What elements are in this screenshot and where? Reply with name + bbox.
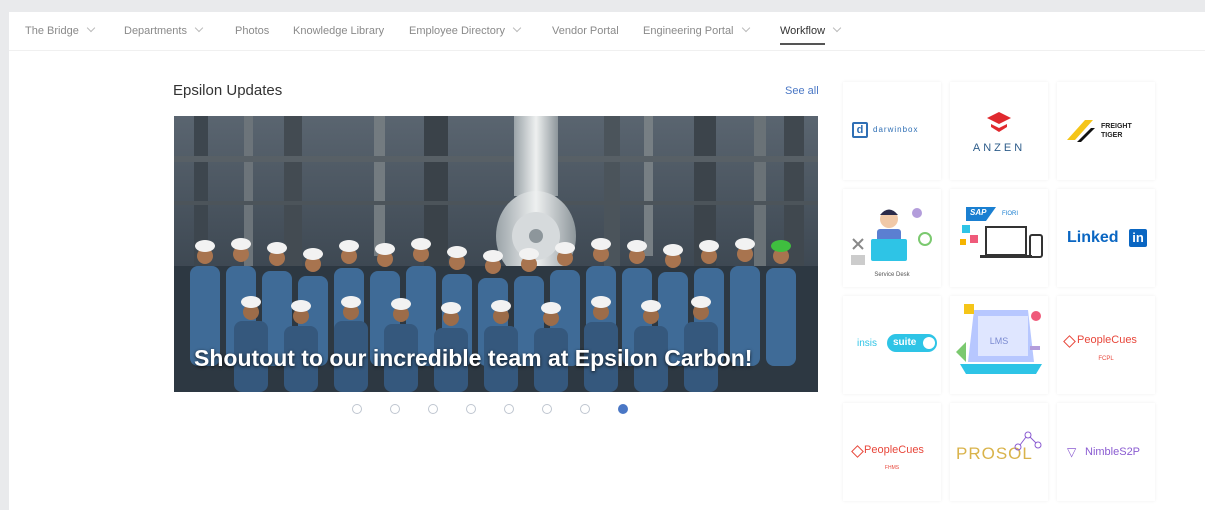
carousel-dot-1[interactable] — [352, 404, 362, 414]
top-nav: The Bridge Departments Photos Knowledge … — [9, 12, 1205, 51]
section-title: Epsilon Updates — [173, 82, 283, 99]
nav-item-departments[interactable]: Departments — [124, 23, 204, 37]
news-carousel-slide[interactable]: Shoutout to our incredible team at Epsil… — [174, 116, 818, 392]
nav-item-employee-directory[interactable]: Employee Directory — [409, 23, 522, 37]
carousel-dot-3[interactable] — [428, 404, 438, 414]
app-tile-prosol[interactable]: PROSOL — [950, 403, 1048, 501]
peoplecues-diamond-icon — [1063, 335, 1076, 348]
linkedin-label: Linked — [1067, 229, 1119, 246]
fcpl-label: FCPL — [1098, 356, 1114, 362]
service-desk-illustration — [851, 208, 932, 265]
nav-item-engineering-portal[interactable]: Engineering Portal — [643, 23, 750, 37]
app-tile-darwinbox[interactable]: d darwinbox — [843, 82, 941, 180]
nav-item-workflow[interactable]: Workflow — [780, 23, 842, 45]
slide-caption: Shoutout to our incredible team at Epsil… — [194, 345, 753, 371]
chevron-down-icon — [86, 23, 96, 33]
app-tile-linkedin[interactable]: Linked in — [1057, 189, 1155, 287]
lms-label: LMS — [989, 336, 1009, 346]
page: The Bridge Departments Photos Knowledge … — [9, 12, 1205, 510]
app-tile-lms[interactable]: LMS — [950, 296, 1048, 394]
carousel-dot-5[interactable] — [504, 404, 514, 414]
service-desk-label: Service Desk — [874, 272, 910, 278]
chevron-down-icon — [512, 23, 522, 33]
insis-label: insis — [857, 338, 878, 349]
nav-item-knowledge-library[interactable]: Knowledge Library — [293, 25, 384, 37]
nav-item-photos[interactable]: Photos — [235, 25, 269, 37]
molecule-icon — [1014, 431, 1042, 451]
anzen-label: ANZEN — [972, 142, 1026, 154]
suite-label: suite — [893, 337, 917, 348]
nav-item-vendor-portal[interactable]: Vendor Portal — [552, 25, 619, 37]
nimble-filter-icon: ▽ — [1067, 445, 1077, 459]
app-tile-peoplecues-2[interactable]: PeopleCues FHMS — [843, 403, 941, 501]
anzen-shield-icon — [987, 112, 1011, 132]
app-tile-nimbles2p[interactable]: ▽ NimbleS2P — [1057, 403, 1155, 501]
sap-label: SAP — [970, 208, 987, 217]
peoplecues-label: PeopleCues — [1077, 334, 1137, 346]
darwinbox-logo-icon: d — [852, 122, 868, 138]
freight-tiger-label: FREIGHT TIGER — [1101, 123, 1132, 139]
app-tile-insis-suite[interactable]: insis suite — [843, 296, 941, 394]
see-all-link[interactable]: See all — [785, 85, 819, 97]
nimble-label: NimbleS2P — [1085, 446, 1141, 458]
nav-item-the-bridge[interactable]: The Bridge — [25, 23, 96, 37]
carousel-dot-4[interactable] — [466, 404, 476, 414]
chevron-down-icon — [741, 23, 750, 33]
toggle-icon — [923, 337, 935, 349]
carousel-dot-2[interactable] — [390, 404, 400, 414]
darwinbox-label: darwinbox — [873, 125, 919, 134]
carousel-dot-6[interactable] — [542, 404, 552, 414]
fiori-label: FIORI — [1002, 211, 1018, 217]
peoplecues-label: PeopleCues — [864, 444, 924, 456]
app-tile-sap-fiori[interactable]: SAP FIORI — [950, 189, 1048, 287]
carousel-dot-8[interactable] — [618, 404, 628, 414]
carousel-dot-7[interactable] — [580, 404, 590, 414]
chevron-down-icon — [832, 23, 842, 33]
linkedin-icon: in — [1129, 229, 1147, 247]
app-tile-freight-tiger[interactable]: FREIGHT TIGER — [1057, 82, 1155, 180]
app-tile-service-desk[interactable]: Service Desk — [843, 189, 941, 287]
app-tile-anzen[interactable]: ANZEN — [950, 82, 1048, 180]
freight-tiger-icon — [1067, 120, 1095, 142]
app-tile-peoplecues-fcpl[interactable]: PeopleCues FCPL — [1057, 296, 1155, 394]
peoplecues-sub-label: FHMS — [884, 465, 900, 471]
peoplecues-diamond-icon — [851, 445, 864, 458]
chevron-down-icon — [194, 23, 204, 33]
